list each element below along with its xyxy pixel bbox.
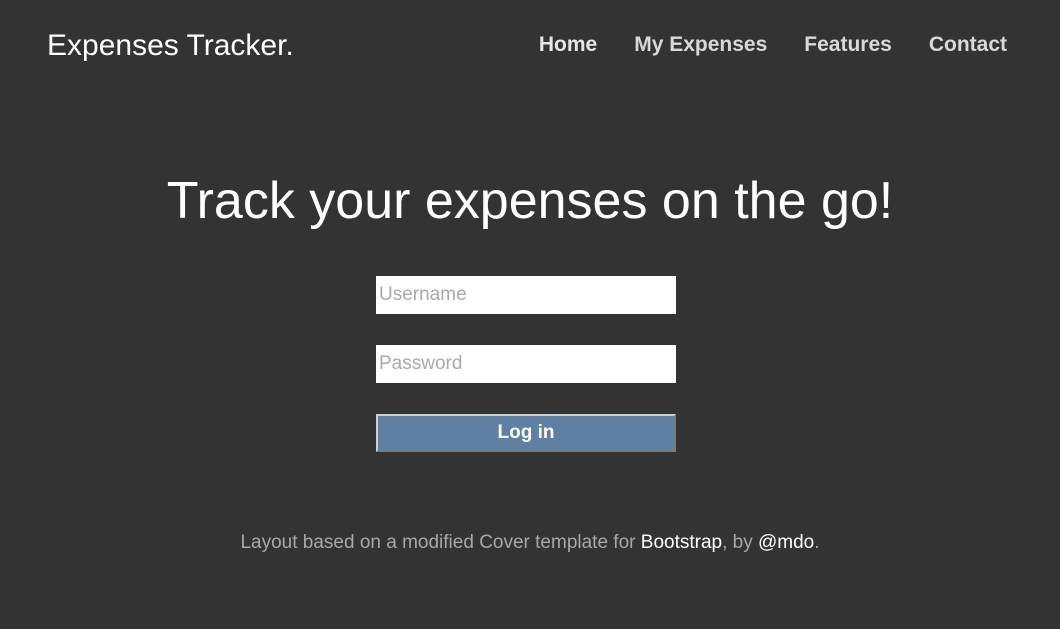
page-title: Track your expenses on the go! <box>166 172 894 230</box>
brand-title: Expenses Tracker. <box>47 29 294 62</box>
footer-text-middle: , by <box>722 532 758 553</box>
nav-my-expenses-link[interactable]: My Expenses <box>634 32 767 57</box>
footer-text-before: Layout based on a modified Cover templat… <box>240 532 641 553</box>
page: Expenses Tracker. Home My Expenses Featu… <box>0 0 1060 629</box>
nav-features-link[interactable]: Features <box>804 32 892 57</box>
login-form: Log in <box>376 276 676 452</box>
main-nav: Home My Expenses Features Contact <box>539 32 1007 57</box>
password-input[interactable] <box>376 345 676 383</box>
author-link[interactable]: @mdo <box>758 532 814 553</box>
nav-home-link[interactable]: Home <box>539 32 597 57</box>
footer-credit: Layout based on a modified Cover templat… <box>0 532 1060 555</box>
footer-text-after: . <box>814 532 820 553</box>
nav-contact-link[interactable]: Contact <box>929 32 1007 57</box>
login-button[interactable]: Log in <box>376 414 676 452</box>
bootstrap-link[interactable]: Bootstrap <box>641 532 722 553</box>
username-input[interactable] <box>376 276 676 314</box>
